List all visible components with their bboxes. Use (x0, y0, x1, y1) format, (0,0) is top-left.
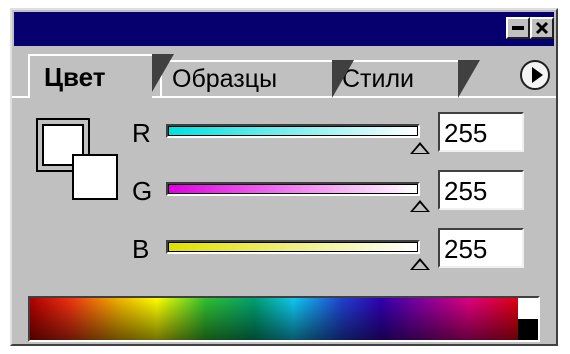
channel-b-slider-track[interactable] (166, 240, 420, 254)
channel-r-slider-track[interactable] (166, 124, 420, 138)
channel-r-slider-thumb[interactable] (410, 142, 430, 154)
channel-r-gradient (168, 126, 418, 136)
channel-b-value-field[interactable] (438, 228, 524, 268)
channel-g-slider-thumb[interactable] (410, 200, 430, 212)
minimize-icon (512, 26, 524, 30)
channel-b-label: B (132, 234, 150, 264)
channel-g-label: G (132, 176, 153, 206)
channel-g-slider-track[interactable] (166, 182, 420, 196)
color-palette-panel: Стили Образцы Цвет R G B (10, 8, 558, 346)
tab-color-label: Цвет (44, 61, 106, 92)
minimize-button[interactable] (506, 17, 530, 39)
channel-r-label: R (132, 118, 151, 148)
panel-menu-button[interactable] (520, 60, 550, 90)
channel-r-value-field[interactable] (438, 112, 524, 152)
color-spectrum-bar[interactable] (28, 296, 540, 342)
tab-bar: Стили Образцы Цвет (12, 46, 556, 98)
title-bar[interactable] (14, 12, 554, 46)
channel-b-gradient (168, 242, 418, 252)
close-button[interactable] (530, 17, 554, 39)
channel-b-slider-thumb[interactable] (410, 258, 430, 270)
spectrum-ramp[interactable] (30, 298, 518, 340)
channel-g-value-field[interactable] (438, 170, 524, 210)
close-icon (535, 21, 549, 35)
white-chip[interactable] (518, 298, 538, 319)
panel-menu-icon (531, 67, 543, 83)
channel-g-gradient (168, 184, 418, 194)
tab-swatches-label: Образцы (172, 64, 278, 93)
black-chip[interactable] (518, 319, 538, 340)
tab-color[interactable]: Цвет (28, 54, 174, 98)
background-color-swatch[interactable] (72, 154, 118, 200)
tab-swatches[interactable]: Образцы (160, 60, 354, 98)
